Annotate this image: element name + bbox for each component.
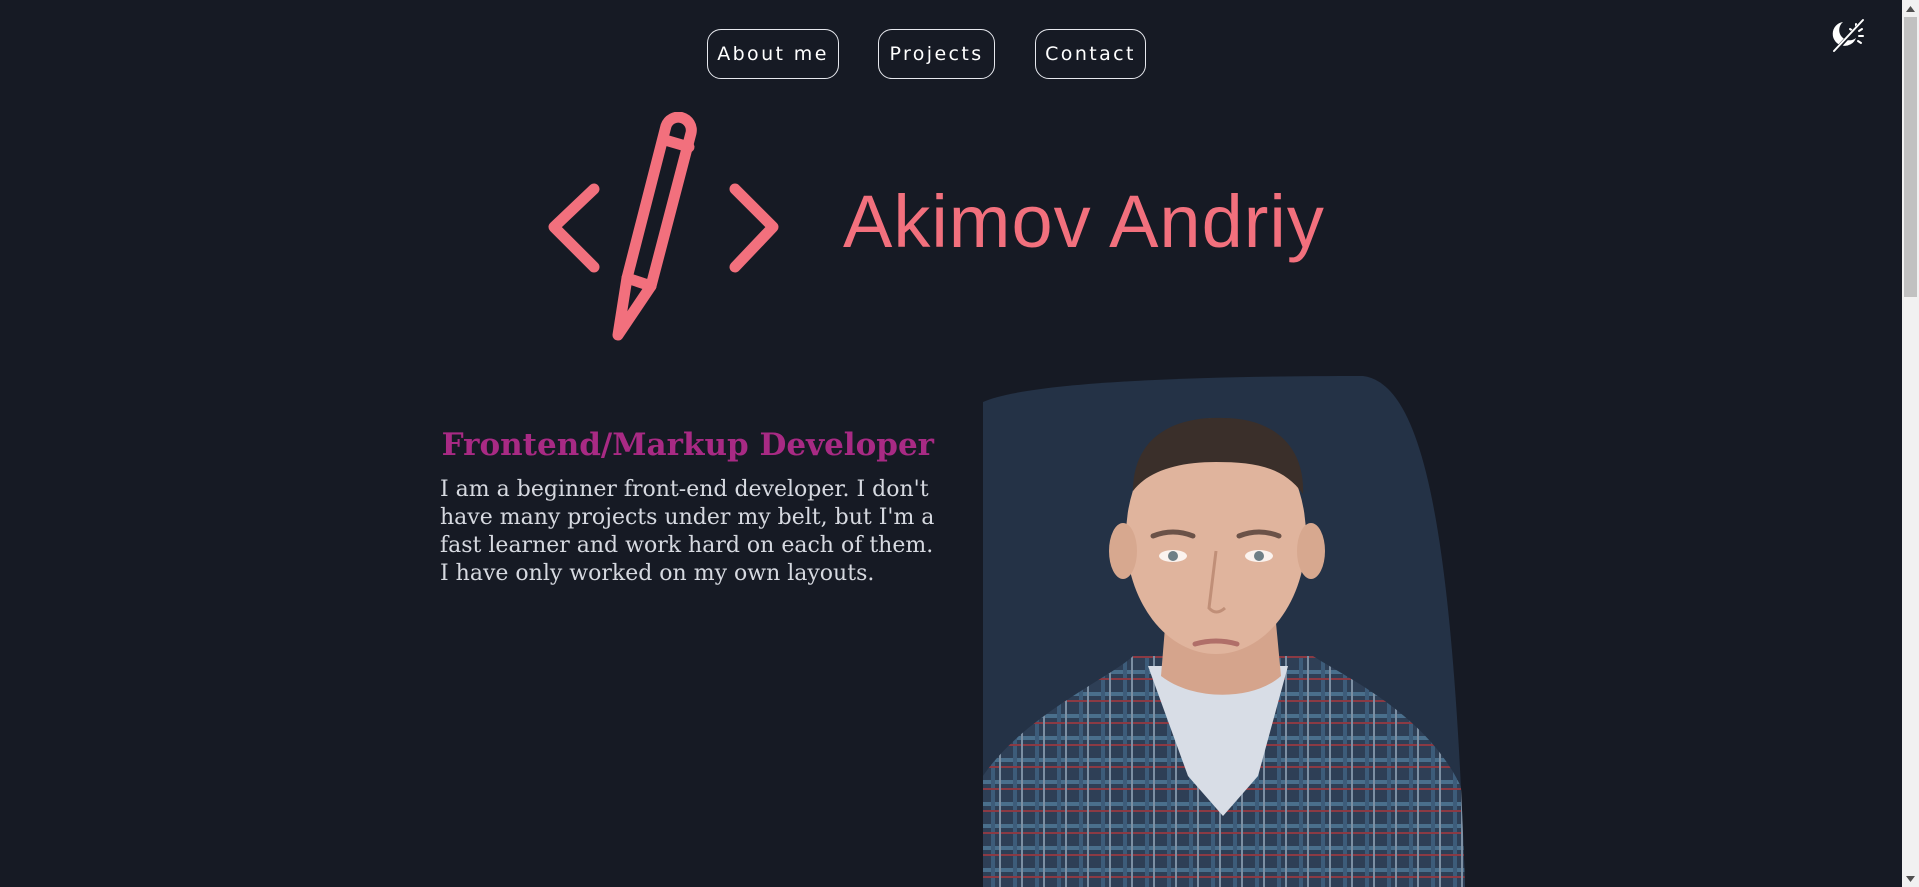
nav-projects-button[interactable]: Projects	[878, 29, 995, 79]
profile-photo	[983, 376, 1465, 887]
scrollbar-thumb[interactable]	[1904, 17, 1917, 297]
page-title: Akimov Andriy	[843, 180, 1325, 263]
role-heading: Frontend/Markup Developer	[441, 427, 934, 463]
code-pencil-icon	[548, 111, 779, 341]
page: About me Projects Contact Akimov Andriy …	[0, 0, 1919, 887]
vertical-scrollbar[interactable]	[1902, 0, 1919, 887]
scroll-up-icon[interactable]	[1902, 0, 1919, 17]
theme-toggle-button[interactable]	[1828, 16, 1868, 56]
code-pencil-logo	[543, 111, 783, 350]
scroll-down-icon[interactable]	[1902, 870, 1919, 887]
nav-about-button[interactable]: About me	[707, 29, 839, 79]
moon-sun-icon	[1832, 18, 1866, 54]
nav-contact-button[interactable]: Contact	[1035, 29, 1146, 79]
bio-text: I am a beginner front-end developer. I d…	[440, 477, 935, 586]
